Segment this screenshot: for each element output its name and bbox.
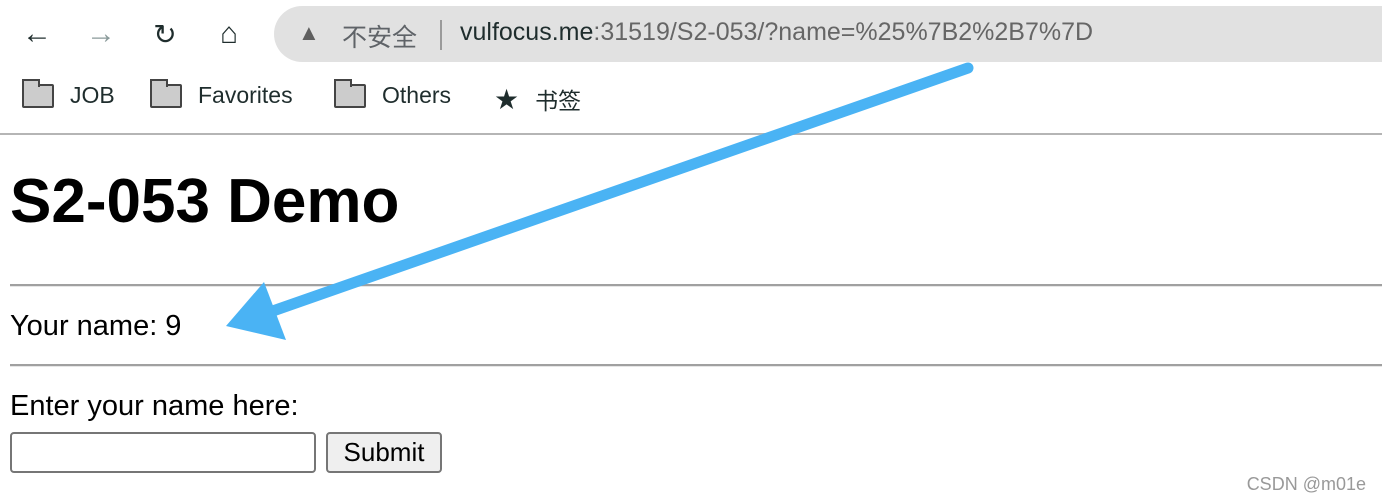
arrow-shaft [264, 62, 974, 318]
annotation-arrow [226, 62, 974, 340]
